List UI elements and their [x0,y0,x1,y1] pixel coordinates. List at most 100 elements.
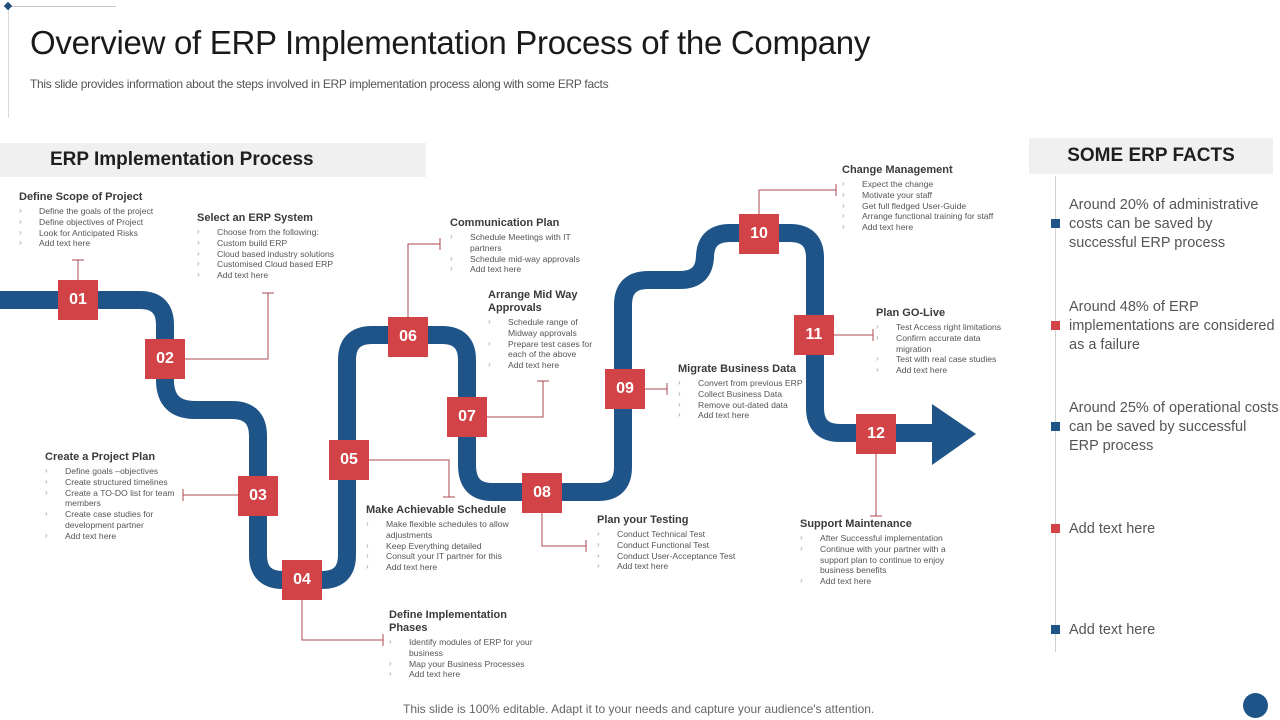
step-box-11[interactable]: 11 [794,315,834,355]
step-title: Define Implementation Phases [389,609,507,634]
step-box-06[interactable]: 06 [388,317,428,357]
step-item: Look for Anticipated Risks [19,228,189,239]
step-item: Add text here [197,270,367,281]
fact-item: Around 48% of ERP implementations are co… [1069,299,1275,353]
step-item: Schedule mid-way approvals [450,254,600,265]
step-detail-09: Migrate Business Data Convert from previ… [678,363,808,421]
step-item: Add text here [366,562,526,573]
step-items: After Successful implementation Continue… [800,533,960,587]
step-title: Select an ERP System [197,212,313,224]
step-item: Create structured timelines [45,477,185,488]
step-detail-06: Communication Plan Schedule Meetings wit… [450,217,600,275]
step-item: Conduct User-Acceptance Test [597,551,767,562]
step-title: Support Maintenance [800,518,912,530]
step-title: Migrate Business Data [678,363,796,375]
step-item: Test Access right limitations [876,322,1016,333]
step-item: Prepare test cases for each of the above [488,339,608,361]
step-title: Make Achievable Schedule [366,504,507,516]
step-box-05[interactable]: 05 [329,440,369,480]
step-title: Communication Plan [450,217,560,229]
fact-item: Add text here [1069,622,1156,638]
step-detail-05: Make Achievable Schedule Make flexible s… [366,504,526,573]
step-item: Identify modules of ERP for your busines… [389,637,539,659]
step-item: Add text here [597,561,767,572]
connector-03 [182,489,238,501]
process-road [0,184,976,646]
slide-nav-circle-icon[interactable] [1243,693,1268,718]
step-box-12[interactable]: 12 [856,414,896,454]
step-item: Get full fledged User-Guide [842,201,1022,212]
facts-timeline-line [1055,176,1056,652]
step-box-03[interactable]: 03 [238,476,278,516]
slide-footer: This slide is 100% editable. Adapt it to… [403,702,875,716]
step-items: Define the goals of the project Define o… [19,206,189,249]
step-item: Custom build ERP [197,238,367,249]
fact-marker-blue-icon [1051,422,1060,431]
step-items: Test Access right limitations Confirm ac… [876,322,1016,376]
step-item: Schedule Meetings with IT partners [450,232,600,254]
step-item: Schedule range of Midway approvals [488,317,608,339]
fact-marker-red-icon [1051,321,1060,330]
step-item: Collect Business Data [678,389,808,400]
connector-12 [870,454,882,517]
step-item: Define the goals of the project [19,206,189,217]
step-item: Add text here [488,360,608,371]
connector-08 [541,512,587,552]
fact-item: Add text here [1069,521,1156,537]
step-item: Add text here [842,222,1022,233]
step-item: Map your Business Processes [389,659,539,670]
step-item: Motivate your staff [842,190,1022,201]
step-item: Keep Everything detailed [366,541,526,552]
step-item: Create case studies for development part… [45,509,185,531]
step-box-07[interactable]: 07 [447,397,487,437]
step-box-09[interactable]: 09 [605,369,645,409]
step-item: Consult your IT partner for this [366,551,526,562]
step-item: Add text here [876,365,1016,376]
step-item: After Successful implementation [800,533,960,544]
step-item: Convert from previous ERP [678,378,808,389]
step-item: Confirm accurate data migration [876,333,1016,355]
step-item: Define goals –objectives [45,466,185,477]
step-item: Customised Cloud based ERP [197,259,367,270]
step-item: Arrange functional training for staff [842,211,1022,222]
connector-01 [72,259,84,280]
step-items: Conduct Technical Test Conduct Functiona… [597,529,767,572]
step-detail-01: Define Scope of Project Define the goals… [19,191,189,249]
step-detail-07: Arrange Mid Way Approvals Schedule range… [488,289,608,371]
step-title: Plan your Testing [597,514,689,526]
step-item: Continue with your partner with a suppor… [800,544,960,576]
step-item: Expect the change [842,179,1022,190]
step-item: Make flexible schedules to allow adjustm… [366,519,526,541]
connector-02 [185,292,274,360]
step-detail-10: Change Management Expect the change Moti… [842,164,1022,233]
step-item: Add text here [800,576,960,587]
fact-marker-red-icon [1051,524,1060,533]
step-box-04[interactable]: 04 [282,560,322,600]
step-title: Arrange Mid Way Approvals [488,289,578,314]
step-item: Add text here [19,238,189,249]
step-item: Add text here [678,410,808,421]
step-item: Remove out-dated data [678,400,808,411]
step-item: Create a TO-DO list for team members [45,488,185,510]
step-detail-04: Define Implementation Phases Identify mo… [389,609,539,680]
step-items: Schedule Meetings with IT partners Sched… [450,232,600,275]
fact-marker-blue-icon [1051,219,1060,228]
step-box-02[interactable]: 02 [145,339,185,379]
step-box-08[interactable]: 08 [522,473,562,513]
step-items: Make flexible schedules to allow adjustm… [366,519,526,573]
step-items: Schedule range of Midway approvals Prepa… [488,317,608,371]
step-item: Define objectives of Project [19,217,189,228]
connector-06 [407,238,441,317]
step-detail-03: Create a Project Plan Define goals –obje… [45,451,185,542]
step-title: Plan GO-Live [876,307,946,319]
step-box-10[interactable]: 10 [739,214,779,254]
step-item: Test with real case studies [876,354,1016,365]
step-item: Add text here [450,264,600,275]
step-item: Add text here [45,531,185,542]
step-detail-08: Plan your Testing Conduct Technical Test… [597,514,767,572]
connector-09 [645,383,668,395]
step-title: Change Management [842,164,953,176]
connector-10 [758,184,837,214]
road-arrowhead [932,404,976,465]
step-box-01[interactable]: 01 [58,280,98,320]
